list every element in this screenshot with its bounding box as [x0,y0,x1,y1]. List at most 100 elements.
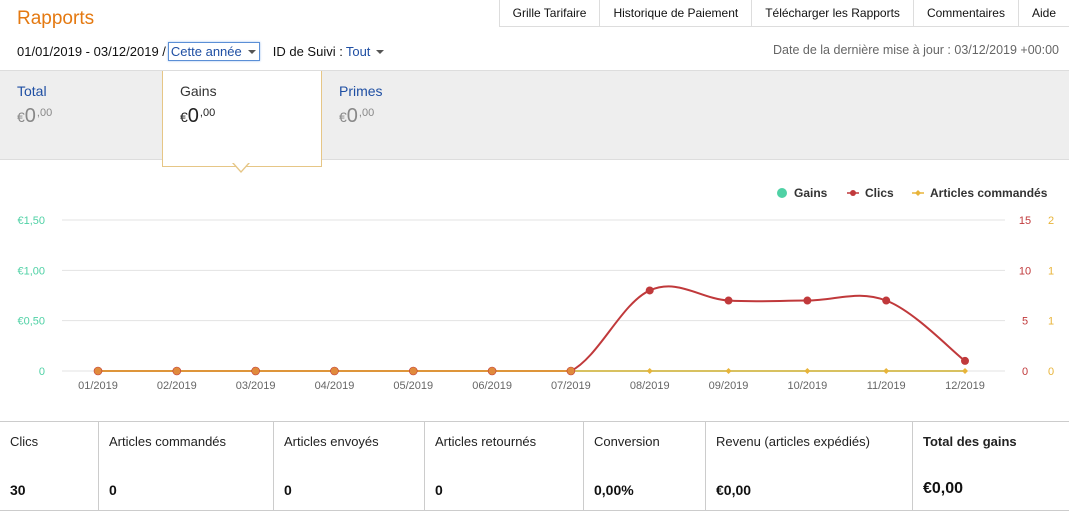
y-axis-left-tick: €1,00 [17,265,45,277]
tracking-id-select[interactable]: Tout [346,44,385,59]
clics-point [961,356,969,365]
y-axis-left-tick: €0,50 [17,316,45,328]
card-amount-dec: ,00 [199,107,216,119]
stat-value: 0 [435,482,443,498]
nav-payment-history[interactable]: Historique de Paiement [600,0,753,26]
top-navigation: Grille Tarifaire Historique de Paiement … [498,0,1069,27]
stat-value: 0,00% [594,482,634,498]
card-label: Gains [180,83,217,99]
stat-total-earnings: Total des gains €0,00 [913,422,1069,510]
articles-point [172,366,182,376]
stat-label: Clics [10,434,39,449]
chart-container: €1,50 15 2 €1,00 10 1 €0,50 5 1 0 0 0 01/2019 02/2019… [0,168,1069,418]
stat-label: Total des gains [923,434,1017,449]
period-select-value: Cette année [170,43,242,59]
stat-label: Conversion [594,434,660,449]
filter-bar: 01/01/2019 - 03/12/2019 / Cette année ID… [17,42,385,61]
x-axis-tick: 04/2019 [315,380,355,392]
stat-conversion: Conversion 0,00% [584,422,706,510]
card-amount-dec: ,00 [358,107,375,119]
y-axis-right-clics-tick: 15 [1019,215,1031,227]
summary-card-total[interactable]: Total € 0 ,00 [0,71,160,161]
x-axis-tick: 07/2019 [551,380,591,392]
card-currency: € [17,109,25,125]
x-axis-tick: 12/2019 [945,380,985,392]
clics-point [645,286,654,295]
articles-point [93,366,103,376]
nav-help[interactable]: Aide [1019,0,1069,26]
series-line-clics [98,285,966,372]
card-amount-dec: ,00 [36,107,53,119]
x-axis-tick: 02/2019 [157,380,197,392]
articles-point [725,368,732,374]
y-axis-left-tick: 0 [39,366,45,378]
legend-label: Clics [865,186,894,200]
summary-card-primes[interactable]: Primes € 0 ,00 [322,71,482,161]
chevron-down-icon [247,49,256,54]
date-range: 01/01/2019 - 03/12/2019 / [17,44,166,59]
x-axis-tick: 08/2019 [630,380,670,392]
articles-point [646,368,653,374]
clics-point [882,296,891,305]
stat-value: 0 [284,482,292,498]
stat-items-ordered: Articles commandés 0 [99,422,274,510]
card-amount-int: 0 [187,105,199,127]
stat-items-shipped: Articles envoyés 0 [274,422,425,510]
card-label: Total [17,83,47,99]
last-update-text: Date de la dernière mise à jour : 03/12/… [773,43,1059,57]
y-axis-right-articles-tick: 1 [1048,265,1054,277]
card-currency: € [180,109,188,125]
clics-point [803,296,812,305]
stat-label: Articles envoyés [284,434,379,449]
card-amount: € 0 ,00 [339,105,465,128]
summary-card-gains[interactable]: Gains € 0 ,00 [162,71,322,167]
articles-point [883,368,890,374]
chevron-down-icon [376,49,385,54]
stat-revenue: Revenu (articles expédiés) €0,00 [706,422,913,510]
y-axis-right-articles-tick: 1 [1048,316,1054,328]
x-axis-tick: 06/2019 [472,380,512,392]
period-select[interactable]: Cette année [167,42,260,61]
card-currency: € [339,109,347,125]
stat-label: Articles retournés [435,434,537,449]
x-axis-tick: 09/2019 [709,380,749,392]
tracking-id-filter: ID de Suivi : Tout [273,44,385,59]
y-axis-right-clics-tick: 10 [1019,265,1031,277]
articles-point [804,368,811,374]
y-axis-right-articles-tick: 0 [1048,366,1054,378]
articles-point [330,366,339,376]
y-axis-right-clics-tick: 0 [1022,366,1028,378]
x-axis-tick: 01/2019 [78,380,118,392]
card-amount: € 0 ,00 [17,105,143,128]
legend-marker-gains [777,188,787,198]
nav-comments[interactable]: Commentaires [914,0,1019,26]
stat-items-returned: Articles retournés 0 [425,422,584,510]
y-axis-left-tick: €1,50 [17,215,45,227]
clics-point [724,296,733,305]
page-title: Rapports [17,8,95,29]
stat-clicks: Clics 30 [0,422,99,510]
card-amount: € 0 ,00 [180,105,304,128]
card-label: Primes [339,83,383,99]
legend-label: Gains [794,186,828,200]
x-axis-tick: 05/2019 [393,380,433,392]
stat-value: 0 [109,482,117,498]
x-axis-tick: 10/2019 [787,380,827,392]
stat-value: €0,00 [923,480,964,497]
nav-rate-grid[interactable]: Grille Tarifaire [500,0,601,26]
legend-marker-articles [915,190,921,196]
tracking-id-value: Tout [345,44,371,59]
stat-label: Articles commandés [109,434,227,449]
legend-label: Articles commandés [930,186,1048,200]
summary-panel: Total € 0 ,00 Gains € 0 ,00 Primes € 0 ,… [0,70,1069,167]
stat-value: 30 [10,482,26,498]
line-chart: €1,50 15 2€1,00 10 1€0,50 5 10 0 001/2019 02/2019… [17,186,1054,392]
articles-point [251,366,260,376]
articles-point [487,366,497,376]
articles-point [408,366,418,376]
card-amount-int: 0 [24,105,36,127]
x-axis-tick: 11/2019 [867,380,906,392]
nav-download-reports[interactable]: Télécharger les Rapports [752,0,914,26]
stat-label: Revenu (articles expédiés) [716,434,870,449]
y-axis-right-articles-tick: 2 [1048,215,1054,227]
